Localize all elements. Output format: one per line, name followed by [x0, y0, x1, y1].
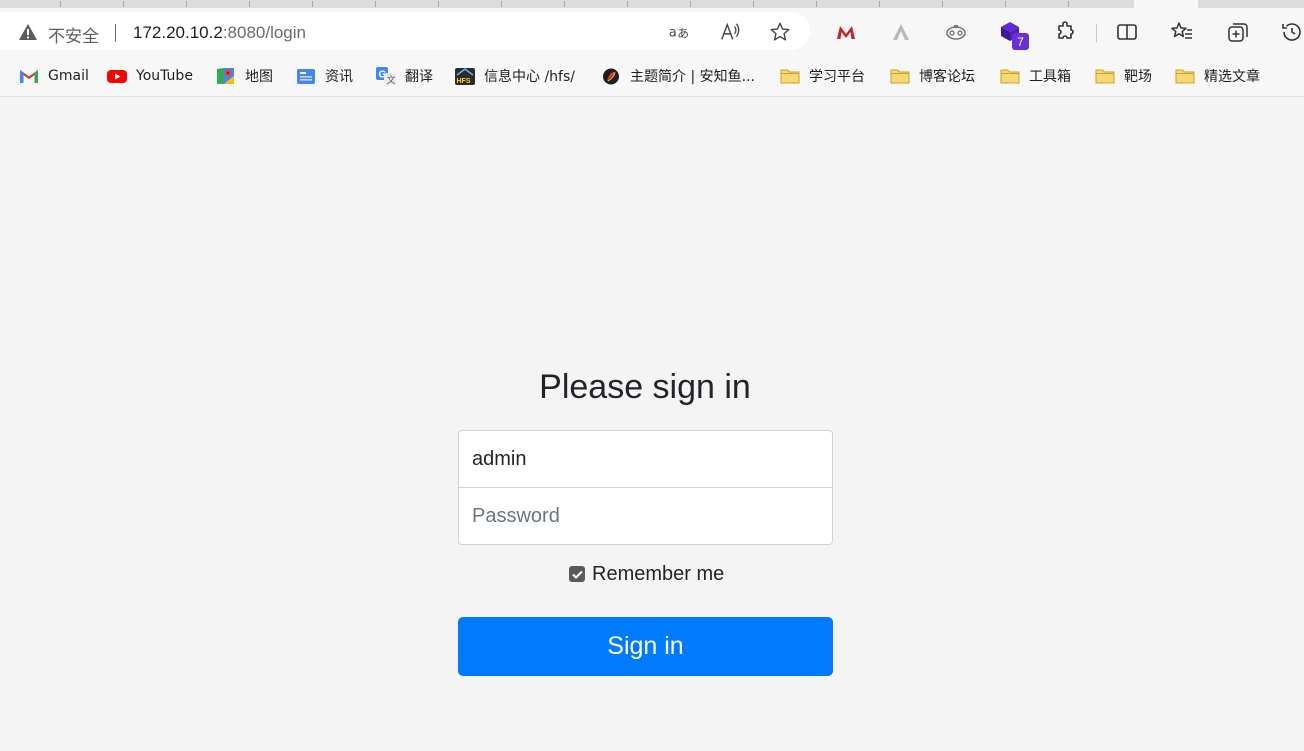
page-title: Please sign in — [539, 368, 751, 406]
folder-icon — [1095, 69, 1115, 84]
tab-separator — [375, 1, 376, 7]
address-bar[interactable]: 不安全 172.20.10.2:8080/login a あ — [0, 12, 810, 50]
gmail-icon — [20, 70, 38, 83]
youtube-icon — [107, 70, 127, 83]
extension-gamepad-icon[interactable] — [944, 20, 968, 44]
bookmark-label: 精选文章 — [1204, 69, 1260, 85]
bookmark-label: 学习平台 — [809, 69, 865, 85]
username-input[interactable] — [458, 430, 833, 488]
favorite-star-icon[interactable] — [769, 21, 791, 43]
remember-me-checkbox[interactable] — [569, 566, 585, 582]
sign-in-button[interactable]: Sign in — [458, 617, 833, 676]
tab-separator — [186, 1, 187, 7]
folder-icon — [1000, 69, 1020, 84]
bookmark-youtube[interactable]: YouTube — [107, 56, 193, 96]
tab-separator — [564, 1, 565, 7]
svg-text:HFS: HFS — [457, 78, 471, 85]
checkmark-icon — [571, 570, 583, 579]
folder-icon — [890, 69, 910, 84]
translate-icon[interactable]: a あ — [668, 21, 690, 43]
bookmark-label: 工具箱 — [1029, 69, 1071, 85]
url-host: 172.20.10.2 — [133, 23, 223, 42]
bookmark-hfs[interactable]: HFS 信息中心 /hfs/ — [455, 56, 575, 96]
folder-icon — [780, 69, 800, 84]
bookmark-folder[interactable]: 学习平台 — [780, 56, 865, 96]
extensions-puzzle-icon[interactable] — [1054, 20, 1078, 44]
extension-badge: 7 — [1012, 33, 1029, 50]
bookmark-label: 博客论坛 — [919, 69, 975, 85]
bookmark-folder[interactable]: 精选文章 — [1175, 56, 1260, 96]
bookmark-label: 地图 — [245, 69, 273, 85]
tab-separator — [312, 1, 313, 7]
url-divider — [115, 24, 116, 42]
history-icon[interactable] — [1280, 20, 1304, 44]
svg-text:あ: あ — [677, 27, 689, 41]
bookmark-folder[interactable]: 博客论坛 — [890, 56, 975, 96]
tab-separator — [627, 1, 628, 7]
bookmark-anzhiyu[interactable]: 主题简介 | 安知鱼... — [601, 56, 755, 96]
tab-separator — [438, 1, 439, 7]
tab-separator — [123, 1, 124, 7]
tab-separator — [690, 1, 691, 7]
page-content: Please sign in Remember me Sign in — [0, 97, 1304, 751]
toolbar-divider — [1096, 24, 1097, 42]
collections-icon[interactable] — [1226, 20, 1250, 44]
warning-icon[interactable] — [18, 23, 38, 41]
extension-m-icon[interactable] — [834, 20, 858, 44]
browser-toolbar: 不安全 172.20.10.2:8080/login a あ 7 — [0, 8, 1304, 56]
bookmark-label: 翻译 — [405, 69, 433, 85]
tab-separator — [60, 1, 61, 7]
remember-me-label: Remember me — [592, 562, 725, 585]
url-path: :8080/login — [222, 23, 306, 42]
url-text[interactable]: 172.20.10.2:8080/login — [133, 23, 306, 43]
tab-separator — [942, 1, 943, 7]
maps-icon — [217, 68, 234, 84]
news-icon — [297, 69, 315, 84]
favorites-icon[interactable] — [1170, 20, 1194, 44]
bookmark-folder[interactable]: 工具箱 — [1000, 56, 1071, 96]
remember-me[interactable]: Remember me — [569, 562, 724, 586]
bookmark-gmail[interactable]: Gmail — [19, 56, 89, 96]
security-status-label[interactable]: 不安全 — [48, 22, 99, 47]
svg-text:文: 文 — [387, 74, 396, 85]
bookmark-label: 主题简介 | 安知鱼... — [630, 69, 755, 85]
tab-separator — [816, 1, 817, 7]
bookmark-label: YouTube — [136, 68, 193, 84]
split-screen-icon[interactable] — [1115, 20, 1139, 44]
hfs-icon: HFS — [455, 68, 475, 85]
tab-separator — [249, 1, 250, 7]
read-aloud-icon[interactable] — [719, 21, 741, 43]
tab-separator — [1005, 1, 1006, 7]
bookmark-label: 信息中心 /hfs/ — [484, 69, 575, 85]
bookmark-label: 靶场 — [1124, 69, 1152, 85]
bookmark-maps[interactable]: 地图 — [216, 56, 273, 96]
tab-separator — [879, 1, 880, 7]
folder-icon — [1175, 69, 1195, 84]
translate-icon: G 文 — [376, 67, 396, 85]
anzhiyu-icon — [603, 68, 619, 85]
tab-separator — [501, 1, 502, 7]
tab-strip — [0, 0, 1304, 8]
bookmark-news[interactable]: 资讯 — [296, 56, 353, 96]
password-input[interactable] — [458, 487, 833, 545]
extension-a-icon[interactable] — [889, 20, 913, 44]
bookmark-label: 资讯 — [325, 69, 353, 85]
svg-text:a: a — [669, 26, 677, 41]
tab-separator — [753, 1, 754, 7]
bookmarks-bar: Gmail YouTube 地图 资讯 G 文 翻译 HFS 信息中心 /hfs… — [0, 56, 1304, 97]
bookmark-translate[interactable]: G 文 翻译 — [376, 56, 433, 96]
active-tab[interactable] — [1134, 0, 1198, 8]
bookmark-label: Gmail — [48, 68, 89, 84]
tab-separator — [1068, 1, 1069, 7]
bookmark-folder[interactable]: 靶场 — [1095, 56, 1152, 96]
